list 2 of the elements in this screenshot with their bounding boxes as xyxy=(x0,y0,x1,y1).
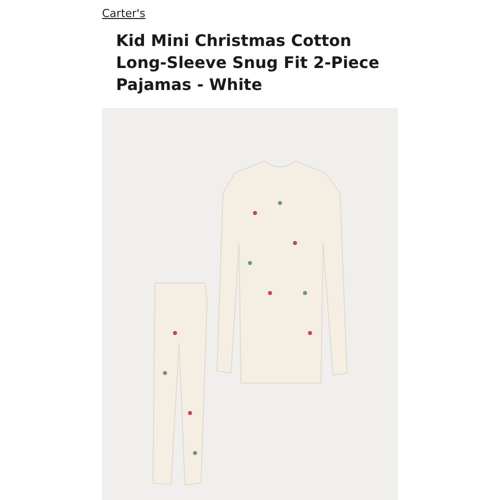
product-title: Kid Mini Christmas Cotton Long-Sleeve Snug Fit 2-Piece Pajamas - White xyxy=(116,30,380,96)
brand-link[interactable]: Carter's xyxy=(102,8,146,19)
